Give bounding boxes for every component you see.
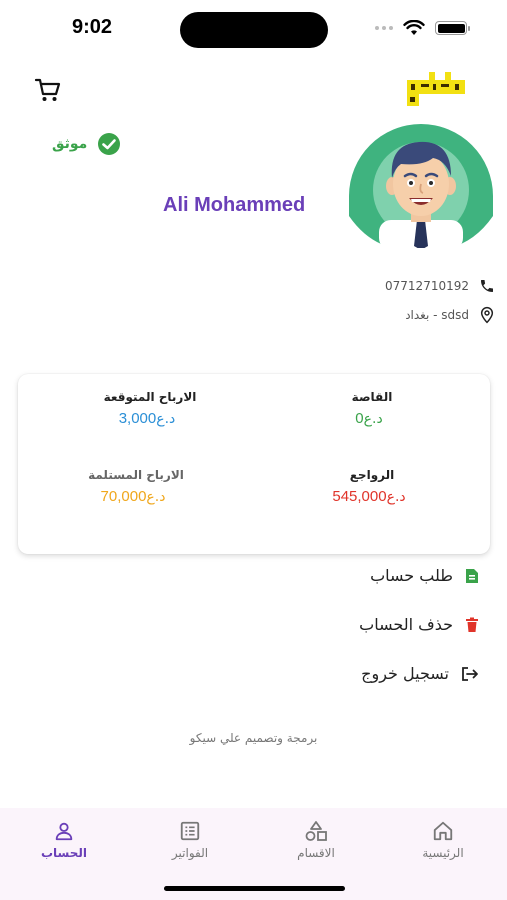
address-text: بغداد - sdsd: [405, 308, 469, 322]
stat-expected-profits-value: 3,000: [118, 410, 157, 427]
nav-invoices-label: الفواتير: [171, 846, 209, 860]
invoice-icon: [180, 821, 200, 841]
delete-account-label: حذف الحساب: [359, 615, 453, 634]
stat-received-profits-label: الارباح المستلمة: [88, 468, 184, 482]
status-time: 9:02: [72, 16, 113, 38]
nav-account-label: الحساب: [40, 846, 88, 860]
nav-categories[interactable]: الاقسام: [271, 820, 361, 860]
developer-credit: برمجة وتصميم علي سيكو: [189, 731, 318, 745]
address-row: بغداد - sdsd: [405, 306, 495, 324]
nav-home[interactable]: الرئيسية: [398, 820, 488, 860]
stat-balance-label: القاصة: [351, 390, 393, 404]
home-icon: [433, 821, 453, 841]
user-name: Ali Mohammed: [163, 194, 306, 216]
avatar: [349, 124, 493, 248]
stat-returns-label: الرواجع: [349, 468, 395, 482]
cart-icon[interactable]: [34, 76, 62, 104]
shapes-icon: [305, 821, 327, 841]
brand-logo: [407, 72, 465, 106]
home-indicator: [164, 886, 345, 891]
logout-icon: [462, 666, 478, 681]
stat-received-profits-value-row: د.ع70,000: [56, 488, 216, 505]
stat-expected-profits: الارباح المتوقعة د.ع3,000: [70, 390, 230, 427]
currency-label: د.ع: [363, 411, 383, 427]
location-pin-icon: [480, 306, 494, 324]
request-account-label: طلب حساب: [370, 566, 453, 585]
stat-expected-profits-value-row: د.ع3,000: [70, 410, 230, 427]
stat-received-profits-value: 70,000: [100, 488, 147, 505]
trash-icon: [466, 617, 478, 632]
stat-returns-value-row: د.ع545,000: [292, 488, 452, 505]
person-icon: [55, 822, 73, 841]
currency-label: د.ع: [146, 489, 166, 505]
nav-home-label: الرئيسية: [422, 846, 464, 860]
phone-row: 07712710192: [385, 278, 495, 294]
stat-balance-value: 0: [355, 410, 364, 427]
phone-number: 07712710192: [385, 279, 469, 293]
phone-icon: [481, 280, 493, 292]
stat-balance: القاصة د.ع0: [292, 390, 452, 427]
status-icons: [375, 20, 470, 36]
request-account-item[interactable]: طلب حساب: [370, 566, 479, 585]
stat-returns-value: 545,000: [332, 488, 387, 505]
verified-badge: موثق: [52, 132, 121, 156]
stat-balance-value-row: د.ع0: [292, 410, 452, 427]
battery-icon: [435, 21, 470, 35]
signal-dots-icon: [375, 26, 393, 30]
dynamic-island: [180, 12, 328, 48]
stats-card: القاصة د.ع0 الارباح المتوقعة د.ع3,000 ال…: [18, 374, 490, 554]
logout-item[interactable]: تسجيل خروج: [361, 664, 479, 683]
check-circle-icon: [98, 133, 121, 155]
wifi-icon: [403, 20, 425, 35]
nav-account[interactable]: الحساب: [19, 820, 109, 860]
currency-label: د.ع: [156, 411, 176, 427]
currency-label: د.ع: [386, 489, 406, 505]
stat-returns: الرواجع د.ع545,000: [292, 468, 452, 505]
document-icon: [466, 568, 478, 583]
nav-invoices[interactable]: الفواتير: [145, 820, 235, 860]
verified-label: موثق: [52, 136, 88, 152]
nav-categories-label: الاقسام: [297, 846, 335, 860]
stat-received-profits: الارباح المستلمة د.ع70,000: [56, 468, 216, 505]
stat-expected-profits-label: الارباح المتوقعة: [103, 390, 197, 404]
delete-account-item[interactable]: حذف الحساب: [359, 615, 479, 634]
logout-label: تسجيل خروج: [361, 664, 449, 683]
